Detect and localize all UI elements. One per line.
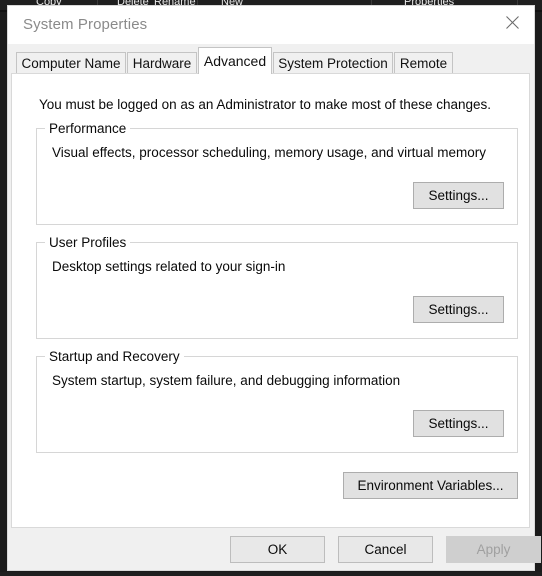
apply-button: Apply xyxy=(446,536,541,563)
tab-advanced[interactable]: Advanced xyxy=(198,47,272,74)
dialog-titlebar: System Properties xyxy=(8,6,534,44)
group-description-performance: Visual effects, processor scheduling, me… xyxy=(52,145,486,160)
tab-remote[interactable]: Remote xyxy=(394,52,453,74)
tab-panel-advanced: You must be logged on as an Administrato… xyxy=(11,73,530,528)
group-startup-and-recovery: Startup and RecoverySystem startup, syst… xyxy=(36,356,518,453)
settings-button-user-profiles[interactable]: Settings... xyxy=(413,296,504,323)
group-legend-startup-and-recovery: Startup and Recovery xyxy=(45,349,184,364)
desktop-bottom-edge xyxy=(0,572,542,576)
tab-system-protection[interactable]: System Protection xyxy=(273,52,393,74)
environment-variables-button[interactable]: Environment Variables... xyxy=(343,472,518,499)
administrator-note: You must be logged on as an Administrato… xyxy=(39,97,491,112)
close-icon[interactable] xyxy=(490,6,534,38)
ok-button[interactable]: OK xyxy=(230,536,325,563)
tab-strip: Computer NameHardwareAdvancedSystem Prot… xyxy=(8,44,534,74)
settings-button-performance[interactable]: Settings... xyxy=(413,182,504,209)
group-legend-performance: Performance xyxy=(45,121,130,136)
dialog-footer: OKCancelApply xyxy=(8,528,534,570)
group-performance: PerformanceVisual effects, processor sch… xyxy=(36,128,518,225)
cancel-button[interactable]: Cancel xyxy=(338,536,433,563)
dialog-title: System Properties xyxy=(23,16,147,33)
group-legend-user-profiles: User Profiles xyxy=(45,235,130,250)
group-description-startup-and-recovery: System startup, system failure, and debu… xyxy=(52,373,400,388)
system-properties-dialog: System Properties Computer NameHardwareA… xyxy=(7,5,535,571)
tab-computer-name[interactable]: Computer Name xyxy=(16,52,126,74)
tab-hardware[interactable]: Hardware xyxy=(127,52,197,74)
group-user-profiles: User ProfilesDesktop settings related to… xyxy=(36,242,518,339)
settings-button-startup-and-recovery[interactable]: Settings... xyxy=(413,410,504,437)
group-description-user-profiles: Desktop settings related to your sign-in xyxy=(52,259,285,274)
